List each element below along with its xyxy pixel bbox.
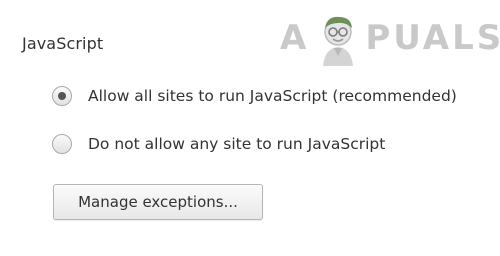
radio-label-allow: Allow all sites to run JavaScript (recom… — [88, 87, 457, 105]
logo-text-left: A — [280, 18, 310, 58]
manage-exceptions-button[interactable]: Manage exceptions... — [53, 184, 263, 220]
radio-allow-javascript[interactable]: Allow all sites to run JavaScript (recom… — [52, 86, 457, 106]
appuals-mascot-icon — [323, 16, 354, 66]
appuals-watermark-logo: A PUALS — [280, 8, 500, 68]
radio-button-selected[interactable] — [52, 86, 72, 106]
radio-button-unselected[interactable] — [52, 134, 72, 154]
section-title: JavaScript — [22, 34, 104, 53]
radio-label-block: Do not allow any site to run JavaScript — [88, 135, 386, 153]
logo-text-right: PUALS — [365, 18, 500, 58]
radio-block-javascript[interactable]: Do not allow any site to run JavaScript — [52, 134, 385, 154]
